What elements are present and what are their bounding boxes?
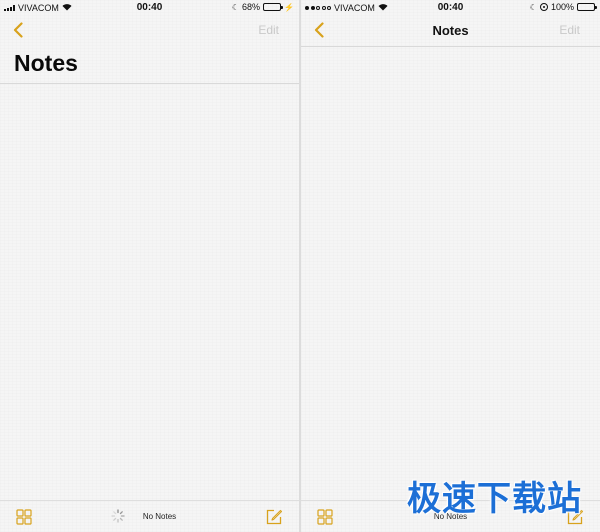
navigation-bar: Notes Edit: [301, 16, 600, 46]
page-title: Notes: [14, 50, 78, 76]
note-count-label: No Notes: [142, 512, 177, 521]
battery-icon: [263, 3, 284, 11]
right-phone-screen: VIVACOM 00:40 ☾ 100% Notes Edit No Notes: [301, 0, 600, 532]
moon-icon: ☾: [231, 2, 240, 12]
back-chevron-icon[interactable]: [10, 20, 26, 40]
edit-button[interactable]: Edit: [258, 23, 279, 37]
header-divider: [301, 46, 600, 47]
nav-title: Notes: [432, 23, 469, 38]
battery-percent: 68%: [242, 2, 261, 12]
charging-bolt-icon: ⚡: [284, 2, 294, 12]
battery-percent: 100%: [550, 2, 574, 12]
site-watermark: 极速下载站: [407, 479, 582, 519]
left-phone-screen: VIVACOM 00:40 ☾ 68% ⚡ Edit Notes No Note…: [0, 0, 299, 532]
bottom-toolbar: No Notes: [0, 500, 299, 532]
status-bar: VIVACOM 00:40 ☾ 68% ⚡: [0, 0, 299, 16]
navigation-bar: Edit: [0, 16, 299, 46]
moon-icon: ☾: [529, 2, 537, 12]
edit-button[interactable]: Edit: [559, 23, 580, 37]
rotation-lock-icon: [539, 3, 548, 11]
toolbar-divider: [0, 500, 299, 501]
header-divider: [0, 83, 299, 84]
battery-icon: [577, 3, 597, 11]
status-bar: VIVACOM 00:40 ☾ 100%: [301, 0, 600, 16]
compose-icon[interactable]: [265, 508, 283, 526]
